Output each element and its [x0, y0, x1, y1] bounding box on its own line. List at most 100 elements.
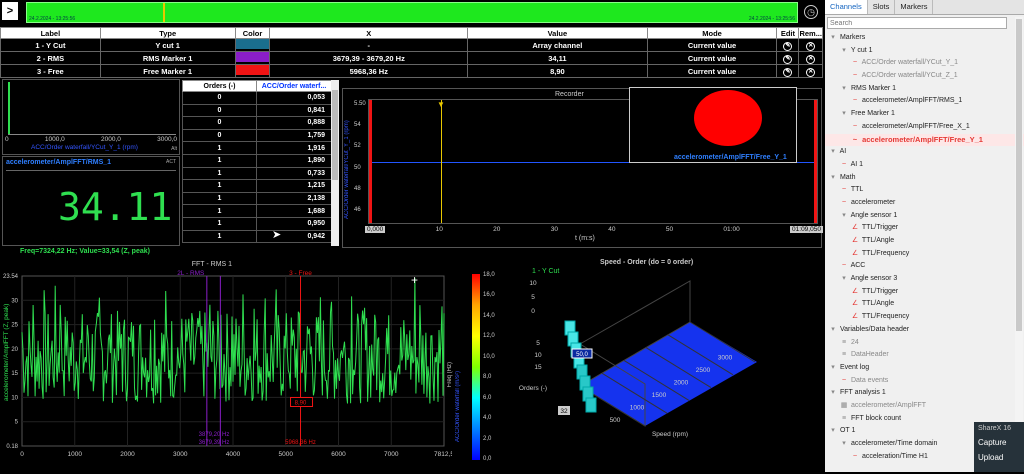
tree-item[interactable]: ▾ AI	[825, 146, 1024, 159]
orders-row[interactable]: 0 0,053	[182, 91, 332, 105]
tree-item[interactable]: ~ AI 1	[825, 159, 1024, 172]
color-swatch[interactable]	[235, 52, 270, 62]
tree-item[interactable]: ∠ TTL/Trigger	[825, 286, 1024, 299]
tree-item[interactable]: ▾ Math	[825, 172, 1024, 185]
edit-icon[interactable]: ✎	[783, 54, 793, 64]
marker-label: 1 - Y Cut	[0, 38, 101, 52]
col-mode[interactable]: Mode	[646, 27, 778, 39]
upload-button[interactable]: Upload	[974, 450, 1024, 465]
orders-row[interactable]: 0 0,888	[182, 116, 332, 130]
tree-item[interactable]: ~ accelerometer/AmplFFT/Free_X_1	[825, 121, 1024, 134]
expand-arrow-icon[interactable]: ▾	[839, 108, 849, 121]
cursor-marker[interactable]	[163, 3, 165, 22]
remove-icon[interactable]: ✕	[806, 67, 816, 77]
tree-item[interactable]: ~ Data events	[825, 375, 1024, 388]
colorbar-tick: 2,0	[483, 435, 492, 442]
tab-markers[interactable]: Markers	[895, 0, 934, 14]
expand-arrow-icon[interactable]: ▾	[839, 438, 849, 451]
tree-item[interactable]: ≡ 24	[825, 337, 1024, 350]
tab-channels[interactable]: Channels	[825, 0, 868, 14]
expand-arrow-icon[interactable]: ▾	[828, 146, 838, 159]
tree-item[interactable]: ▾ RMS Marker 1	[825, 83, 1024, 96]
tree-item[interactable]: ∠ TTL/Frequency	[825, 248, 1024, 261]
expand-arrow-icon[interactable]: ▾	[828, 32, 838, 45]
col-type[interactable]: Type	[99, 27, 236, 39]
orders-row[interactable]: 1 1,688	[182, 204, 332, 218]
marker-row[interactable]: 1 - Y Cut Y cut 1 - Array channel Current va…	[0, 38, 823, 52]
col-waterfall[interactable]: ACC/Order waterf...	[256, 80, 332, 92]
recorder-cursor[interactable]	[441, 100, 442, 223]
orders-row[interactable]: 0 1,759	[182, 128, 332, 143]
fft-chart[interactable]: FFT - RMS 1 2L - RMS 3 - Free 8,90 3879,20 H…	[0, 258, 454, 472]
tree-item[interactable]: ∠ TTL/Angle	[825, 235, 1024, 248]
color-swatch[interactable]	[235, 65, 270, 75]
indicator-circle	[694, 90, 762, 146]
col-edit[interactable]: Edit	[776, 27, 800, 39]
col-orders[interactable]: Orders (-)	[182, 80, 257, 92]
tree-item[interactable]: ▾ Angle sensor 1	[825, 210, 1024, 223]
tree-item[interactable]: ∠ TTL/Frequency	[825, 311, 1024, 324]
tree-item[interactable]: ~ ACC	[825, 260, 1024, 273]
clock-icon[interactable]: ◷	[804, 5, 818, 19]
orders-row[interactable]: 1 1,890	[182, 153, 332, 168]
tree-item[interactable]: ▾ Markers	[825, 32, 1024, 45]
orders-row[interactable]: 1 0,950	[182, 216, 332, 231]
tree-item[interactable]: ≡ DataHeader	[825, 349, 1024, 362]
tree-item[interactable]: ▾ Angle sensor 3	[825, 273, 1024, 286]
tree-item[interactable]: ~ ACC/Order waterfall/YCut_Z_1	[825, 70, 1024, 83]
tree-item[interactable]: ▾ Event log	[825, 362, 1024, 375]
expand-arrow-icon[interactable]: ▾	[839, 83, 849, 96]
tree-item[interactable]: ▾ Free Marker 1	[825, 108, 1024, 121]
expand-arrow-icon[interactable]: ▾	[828, 324, 838, 337]
marker-row[interactable]: 3 - Free Free Marker 1 5968,36 Hz 8,90 Curre…	[0, 64, 823, 78]
expand-arrow-icon[interactable]: ▾	[828, 362, 838, 375]
edit-icon[interactable]: ✎	[783, 67, 793, 77]
orders-row[interactable]: 0 0,841	[182, 103, 332, 118]
remove-icon[interactable]: ✕	[806, 41, 816, 51]
col-remove[interactable]: Rem...	[798, 27, 823, 39]
tree-item[interactable]: ∠ TTL/Trigger	[825, 222, 1024, 235]
tree-item[interactable]: ~ accelerometer	[825, 197, 1024, 210]
expand-arrow-icon[interactable]: ▾	[839, 45, 849, 58]
tree-item[interactable]: ~ ACC/Order waterfall/YCut_Y_1	[825, 57, 1024, 70]
col-x[interactable]: X	[269, 27, 469, 39]
orders-row[interactable]: 1 0,942	[182, 229, 332, 244]
expand-arrow-icon[interactable]: ▾	[839, 210, 849, 223]
speed-tick: 1000	[630, 405, 645, 412]
waterfall-3d-chart[interactable]: 50,0 10 5 0 5 10 15 Orders (-) 32 500 1000 1500 2000…	[505, 256, 823, 472]
orders-scrollbar[interactable]	[331, 80, 339, 246]
tree-item[interactable]: ▦ accelerometer/AmplFFT	[825, 400, 1024, 413]
remove-icon[interactable]: ✕	[806, 54, 816, 64]
orders-row[interactable]: 1 0,733	[182, 166, 332, 181]
overview-timeline[interactable]: 24.2.2024 - 13:25:56 24.2.2024 - 13:25:5…	[26, 2, 798, 23]
orders-row[interactable]: 1 1,916	[182, 141, 332, 155]
col-value[interactable]: Value	[467, 27, 648, 39]
tab-slots[interactable]: Slots	[868, 0, 896, 14]
orders-row[interactable]: 1 2,138	[182, 191, 332, 206]
tree-item[interactable]: ~ accelerometer/AmplFFT/RMS_1	[825, 95, 1024, 108]
edit-icon[interactable]: ✎	[783, 41, 793, 51]
tree-item[interactable]: ~ accelerometer/AmplFFT/Free_Y_1	[825, 133, 1024, 147]
tree-item[interactable]: ▾ FFT analysis 1	[825, 387, 1024, 400]
tree-item[interactable]: ▾ Variables/Data header	[825, 324, 1024, 337]
marker-row[interactable]: 2 - RMS RMS Marker 1 3679,39 - 3679,20 Hz 3…	[0, 51, 823, 65]
top-timeline-bar: > 24.2.2024 - 13:25:56 24.2.2024 - 13:25…	[0, 0, 823, 26]
tree-item-label: ACC	[850, 262, 866, 270]
overlay-indicator-panel[interactable]: accelerometer/AmplFFT/Free_Y_1	[629, 87, 797, 163]
expand-button[interactable]: >	[2, 2, 18, 20]
col-color[interactable]: Color	[234, 27, 271, 39]
capture-button[interactable]: Capture	[974, 435, 1024, 450]
tree-item[interactable]: ∠ TTL/Angle	[825, 298, 1024, 311]
expand-arrow-icon[interactable]: ▾	[828, 425, 838, 438]
tree-item[interactable]: ~ TTL	[825, 184, 1024, 197]
cursor-handle-icon[interactable]: ▼	[437, 100, 445, 109]
tree-item[interactable]: ▾ Y cut 1	[825, 45, 1024, 58]
expand-arrow-icon[interactable]: ▾	[828, 387, 838, 400]
color-swatch[interactable]	[235, 39, 270, 49]
expand-arrow-icon[interactable]: ▾	[828, 172, 838, 185]
orders-row[interactable]: 1 1,215	[182, 179, 332, 193]
expand-arrow-icon[interactable]: ▾	[839, 273, 849, 286]
search-input[interactable]	[827, 17, 1007, 29]
col-label[interactable]: Label	[0, 27, 101, 39]
sidebar-scrollbar[interactable]	[1015, 17, 1023, 472]
